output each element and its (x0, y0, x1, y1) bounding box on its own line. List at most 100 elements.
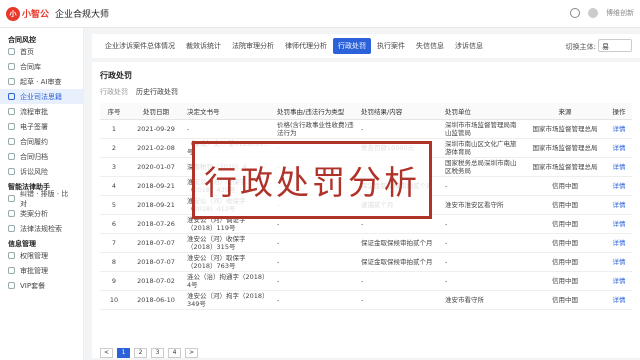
pager-prev[interactable]: < (100, 348, 113, 358)
table-cell: 4 (100, 176, 128, 196)
edit-icon (8, 78, 15, 85)
table-cell: 2021-02-08 (128, 138, 184, 158)
table-cell: 信用中国 (524, 176, 606, 196)
sidebar-item-permissions[interactable]: 权限管理 (0, 248, 83, 263)
table-cell: - (358, 271, 442, 291)
check-icon (8, 138, 15, 145)
table-cell: - (274, 271, 358, 291)
tabs-bar: 企业涉诉案件总体情况 裁效诉统计 法院审理分析 律师代理分析 行政处罚 执行案件… (92, 34, 640, 58)
tab-judgment-stats[interactable]: 裁效诉统计 (181, 38, 226, 54)
table-cell: 涟公（治）拘通字（2018）4号 (184, 271, 274, 291)
flow-icon (8, 108, 15, 115)
table-cell: 1 (100, 119, 128, 139)
sidebar-item-label: 合同库 (20, 62, 41, 71)
folder-icon (8, 63, 15, 70)
sidebar-item-label: 合同归档 (20, 152, 48, 161)
table-cell: 8 (100, 252, 128, 272)
sidebar-item-approval-manage[interactable]: 审批管理 (0, 263, 83, 278)
tab-court-analysis[interactable]: 法院审理分析 (227, 38, 279, 54)
tab-administrative-penalty[interactable]: 行政处罚 (333, 38, 371, 54)
table-cell: 2018-07-26 (128, 214, 184, 234)
sidebar-item-performance[interactable]: 合同履约 (0, 134, 83, 149)
table-cell: 深圳市市场监督管理局南山监管局 (442, 119, 524, 139)
detail-link[interactable]: 详情 (606, 138, 632, 158)
avatar[interactable] (588, 8, 598, 18)
table-cell: 信用中国 (524, 214, 606, 234)
table-cell: 国家市场监督管理总局 (524, 119, 606, 139)
pager-page[interactable]: 1 (117, 348, 130, 358)
table-cell: - (274, 290, 358, 310)
sidebar-item-label: 法律法规检索 (20, 224, 62, 233)
logo-text: 小智公 (22, 10, 50, 20)
user-name[interactable]: 博维创新 (606, 8, 634, 18)
subtab-history[interactable]: 历史行政处罚 (136, 87, 178, 97)
table-cell: 信用中国 (524, 195, 606, 215)
table-cell: 2018-07-07 (128, 233, 184, 253)
table-cell: 2020-01-07 (128, 157, 184, 177)
detail-link[interactable]: 详情 (606, 176, 632, 196)
detail-link[interactable]: 详情 (606, 290, 632, 310)
sidebar-item-label: 纠错 · 排版 · 比对 (20, 189, 69, 208)
table-cell: 国家市场监督管理总局 (524, 138, 606, 158)
refresh-icon[interactable] (570, 8, 580, 18)
detail-link[interactable]: 详情 (606, 271, 632, 291)
table-cell: - (442, 252, 524, 272)
column-header: 序号 (100, 103, 128, 120)
sidebar-item-label: 企业司法思籍 (20, 92, 62, 101)
table-cell: 2 (100, 138, 128, 158)
table-row: 1 2021-09-29- 价格(含行政事业性收费)违法行为 - 深圳市市场监督管理局南… (100, 119, 632, 139)
shield-icon (8, 168, 15, 175)
pager-page[interactable]: 2 (134, 348, 147, 358)
logo[interactable]: 小 小智公 (6, 6, 50, 21)
switch-subject-select[interactable]: 易 (598, 39, 632, 52)
table-cell: 保证金取保候审拍贰个月 (358, 252, 442, 272)
table-cell: - (442, 176, 524, 196)
table-row: 10 2018-06-10 淮安公（河）拘字（2018）349号 - - 淮安市看守所 信用… (100, 290, 632, 310)
sidebar-item-law-search[interactable]: 法律法规检索 (0, 221, 83, 236)
pagination: < 1 2 3 4 > (100, 348, 198, 358)
sidebar-item-proofread[interactable]: 纠错 · 排版 · 比对 (0, 189, 83, 208)
sidebar-item-judicial[interactable]: 企业司法思籍 (0, 89, 83, 104)
table-cell: 信用中国 (524, 233, 606, 253)
sidebar-item-label: 合同履约 (20, 137, 48, 146)
tab-overview[interactable]: 企业涉诉案件总体情况 (100, 38, 180, 54)
table-cell: 国家市场监督管理总局 (524, 157, 606, 177)
overlay-banner: 行政处罚分析 (192, 141, 432, 219)
table-cell: - (442, 214, 524, 234)
table-cell: 3 (100, 157, 128, 177)
detail-link[interactable]: 详情 (606, 195, 632, 215)
table-cell: 2018-06-10 (128, 290, 184, 310)
detail-link[interactable]: 详情 (606, 214, 632, 234)
sidebar-item-archive[interactable]: 合同归档 (0, 149, 83, 164)
logo-icon: 小 (6, 6, 20, 21)
sidebar-item-label: 类案分析 (20, 209, 48, 218)
pager-next[interactable]: > (185, 348, 198, 358)
table-cell: 价格(含行政事业性收费)违法行为 (274, 119, 358, 139)
tab-dishonesty[interactable]: 失信信息 (411, 38, 449, 54)
table-row: 8 2018-07-07 淮安公（河）取保字（2018）763号 - 保证金取保候审拍贰… (100, 252, 632, 272)
tab-enforcement[interactable]: 执行案件 (372, 38, 410, 54)
sidebar-item-draft-ai-review[interactable]: 起草 · AI审查 (0, 74, 83, 89)
sidebar-item-e-sign[interactable]: 电子签署 (0, 119, 83, 134)
table-cell: - (358, 290, 442, 310)
detail-link[interactable]: 详情 (606, 233, 632, 253)
tab-litigation-info[interactable]: 涉诉信息 (450, 38, 488, 54)
table-cell: - (442, 271, 524, 291)
table-cell: - (358, 119, 442, 139)
sidebar-item-home[interactable]: 首页 (0, 44, 83, 59)
pager-page[interactable]: 4 (168, 348, 181, 358)
detail-link[interactable]: 详情 (606, 119, 632, 139)
table-cell: 10 (100, 290, 128, 310)
table-cell: - (184, 119, 274, 139)
sidebar-item-contract-library[interactable]: 合同库 (0, 59, 83, 74)
sidebar-item-vip[interactable]: VIP套餐 (0, 278, 83, 293)
sidebar-item-approval-flow[interactable]: 流程审批 (0, 104, 83, 119)
tab-lawyer-analysis[interactable]: 律师代理分析 (280, 38, 332, 54)
detail-link[interactable]: 详情 (606, 252, 632, 272)
detail-link[interactable]: 详情 (606, 157, 632, 177)
sidebar-item-litigation-risk[interactable]: 诉讼风险 (0, 164, 83, 179)
table-cell: 2018-09-21 (128, 195, 184, 215)
pager-page[interactable]: 3 (151, 348, 164, 358)
app-name: 企业合规大师 (55, 10, 110, 20)
subtab-current[interactable]: 行政处罚 (100, 87, 128, 97)
